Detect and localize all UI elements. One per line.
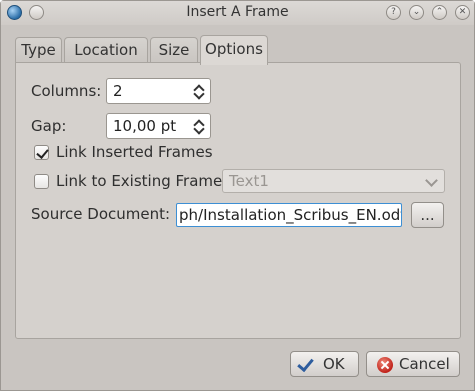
- source-document-input[interactable]: ph/Installation_Scribus_EN.odt: [176, 203, 402, 227]
- columns-spinbox[interactable]: 2: [106, 78, 211, 104]
- checkmark-icon: [36, 146, 49, 159]
- link-inserted-checkbox[interactable]: [34, 145, 49, 160]
- checkmark-icon: [297, 354, 314, 373]
- tab-size[interactable]: Size: [150, 37, 198, 63]
- spin-arrows-icon[interactable]: [193, 118, 205, 135]
- title-bar[interactable]: Insert A Frame ? ⌄ ⌃ ✕: [1, 1, 474, 25]
- gap-label: Gap:: [31, 117, 67, 135]
- existing-frame-value: Text1: [229, 172, 269, 190]
- cancel-label: Cancel: [399, 355, 450, 373]
- tab-type[interactable]: Type: [15, 37, 62, 63]
- insert-frame-dialog: Insert A Frame ? ⌄ ⌃ ✕ Type Location Siz…: [0, 0, 475, 391]
- tab-options[interactable]: Options: [200, 35, 268, 65]
- link-existing-checkbox[interactable]: [34, 174, 49, 189]
- minimize-button[interactable]: ⌄: [409, 5, 424, 20]
- columns-value: 2: [113, 82, 123, 100]
- ok-button[interactable]: OK: [290, 351, 359, 377]
- link-inserted-label[interactable]: Link Inserted Frames: [56, 143, 213, 161]
- browse-button[interactable]: ...: [411, 202, 444, 228]
- source-document-label: Source Document:: [31, 205, 171, 223]
- close-button[interactable]: ✕: [455, 5, 470, 20]
- spin-arrows-icon[interactable]: [193, 83, 205, 100]
- ok-label: OK: [323, 355, 345, 373]
- options-panel: Columns: 2 Gap: 10,00 pt Link Inserted F…: [15, 62, 461, 339]
- columns-label: Columns:: [31, 82, 102, 100]
- help-button[interactable]: ?: [386, 5, 401, 20]
- tab-location[interactable]: Location: [64, 37, 148, 63]
- link-existing-label[interactable]: Link to Existing Frame: [56, 172, 222, 190]
- gap-spinbox[interactable]: 10,00 pt: [106, 113, 211, 139]
- gap-value: 10,00 pt: [113, 117, 177, 135]
- window-title: Insert A Frame: [186, 4, 289, 20]
- cancel-icon: [377, 357, 393, 373]
- maximize-button[interactable]: ⌃: [432, 5, 447, 20]
- cancel-button[interactable]: Cancel: [366, 351, 460, 377]
- chevron-down-icon: [425, 174, 438, 187]
- existing-frame-combo: Text1: [222, 169, 445, 193]
